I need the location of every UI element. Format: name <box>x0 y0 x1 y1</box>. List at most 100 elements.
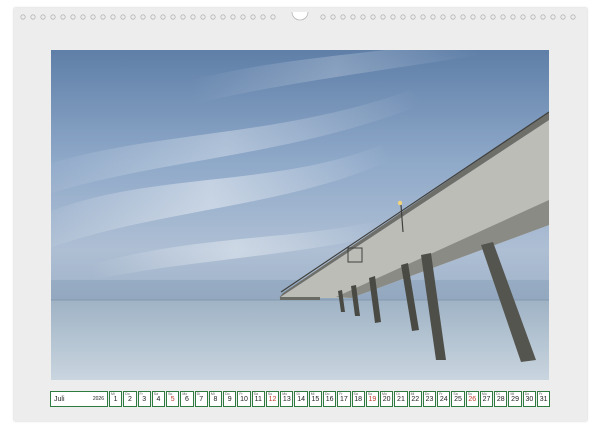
day-cell: Do 2 <box>123 391 137 407</box>
binding-ring <box>440 14 446 20</box>
day-cell: Mi 15 <box>308 391 322 407</box>
binding-ring <box>430 14 436 20</box>
day-cell: Mi 29 <box>508 391 522 407</box>
binding-ring <box>130 14 136 20</box>
day-number: 20 <box>382 396 391 403</box>
day-cell: Sa 18 <box>351 391 365 407</box>
day-number: 29 <box>511 396 519 403</box>
binding-ring <box>50 14 56 20</box>
day-cell: Do 23 <box>422 391 437 407</box>
binding-ring <box>250 14 256 20</box>
binding-ring <box>380 14 386 20</box>
month-label: Juli 2026 <box>50 391 108 407</box>
binding-ring <box>490 14 496 20</box>
binding-ring <box>190 14 196 20</box>
day-cell: Mi 1 <box>109 391 123 407</box>
day-number: 1 <box>113 396 118 403</box>
day-number: 3 <box>142 396 147 403</box>
binding-ring <box>560 14 566 20</box>
day-cell: So 26 <box>465 391 479 407</box>
binding-ring <box>100 14 106 20</box>
binding-ring <box>150 14 156 20</box>
day-cell: Fr 3 <box>137 391 151 407</box>
binding-ring <box>20 14 26 20</box>
month-name: Juli <box>54 395 65 403</box>
binding-ring <box>510 14 516 20</box>
binding-ring <box>420 14 426 20</box>
day-number: 13 <box>282 396 291 403</box>
binding-ring <box>230 14 236 20</box>
day-cell: Fr 31 <box>536 391 551 407</box>
day-cell: So 12 <box>265 391 280 407</box>
day-cell: Sa 11 <box>251 391 265 407</box>
binding-ring <box>470 14 476 20</box>
binding-ring <box>530 14 536 20</box>
binding-ring <box>220 14 226 20</box>
day-cell: Do 30 <box>522 391 536 407</box>
binding-ring <box>120 14 126 20</box>
day-number: 12 <box>268 396 277 403</box>
binding-ring <box>340 14 346 20</box>
binding-ring <box>40 14 46 20</box>
day-number: 19 <box>368 396 377 403</box>
binding-ring <box>200 14 206 20</box>
binding-ring <box>410 14 416 20</box>
day-number: 31 <box>539 396 548 403</box>
binding-ring <box>350 14 356 20</box>
binding-ring <box>570 14 576 20</box>
pier-photo <box>51 50 549 380</box>
day-number: 17 <box>339 396 348 403</box>
day-cell: Di 21 <box>394 391 408 407</box>
calendar-strip: Juli 2026 Mi 1 Do 2 Fr 3 Sa 4 So 5 Mo 6 Di 7 Mi 8 Do 9 Fr 1… <box>50 391 551 407</box>
day-cell: So 5 <box>166 391 180 407</box>
binding-ring <box>160 14 166 20</box>
binding-ring <box>30 14 36 20</box>
day-cell: Fr 17 <box>337 391 351 407</box>
day-number: 8 <box>213 396 218 403</box>
binding-ring <box>270 14 276 20</box>
day-number: 24 <box>439 396 448 403</box>
binding-ring <box>540 14 546 20</box>
day-number: 14 <box>297 396 305 403</box>
binding-ring <box>320 14 326 20</box>
day-cell: Sa 25 <box>451 391 465 407</box>
binding-ring <box>140 14 146 20</box>
day-cell: Mo 13 <box>280 391 294 407</box>
day-cell: Fr 24 <box>437 391 451 407</box>
binding-ring <box>460 14 466 20</box>
binding-ring <box>520 14 526 20</box>
day-cell: Mo 20 <box>380 391 394 407</box>
day-number: 5 <box>170 396 175 403</box>
day-number: 15 <box>311 396 320 403</box>
day-cells: Mi 1 Do 2 Fr 3 Sa 4 So 5 Mo 6 Di 7 Mi 8 Do 9 Fr 10 Sa 11 So 12 M… <box>109 391 551 407</box>
binding-ring <box>80 14 86 20</box>
binding-ring <box>500 14 506 20</box>
day-cell: Mo 6 <box>180 391 194 407</box>
binding-ring <box>370 14 376 20</box>
binding-ring <box>90 14 96 20</box>
day-cell: Di 7 <box>194 391 208 407</box>
binding-ring <box>550 14 556 20</box>
binding-ring <box>110 14 116 20</box>
day-cell: Do 9 <box>223 391 237 407</box>
binding-ring <box>180 14 186 20</box>
binding-ring <box>400 14 406 20</box>
day-cell: Mi 8 <box>208 391 223 407</box>
binding-ring <box>170 14 176 20</box>
day-number: 28 <box>496 396 505 403</box>
day-cell: So 19 <box>365 391 380 407</box>
wire-binding <box>20 12 576 21</box>
day-number: 23 <box>425 396 434 403</box>
binding-ring <box>330 14 336 20</box>
day-number: 22 <box>411 396 420 403</box>
day-cell: Fr 10 <box>237 391 251 407</box>
day-number: 6 <box>185 396 189 403</box>
day-number: 27 <box>482 396 491 403</box>
binding-ring <box>450 14 456 20</box>
day-number: 10 <box>240 396 248 403</box>
binding-ring <box>260 14 266 20</box>
day-number: 11 <box>254 396 262 403</box>
day-cell: Mo 27 <box>479 391 494 407</box>
day-number: 7 <box>199 396 204 403</box>
day-cell: Do 16 <box>322 391 337 407</box>
